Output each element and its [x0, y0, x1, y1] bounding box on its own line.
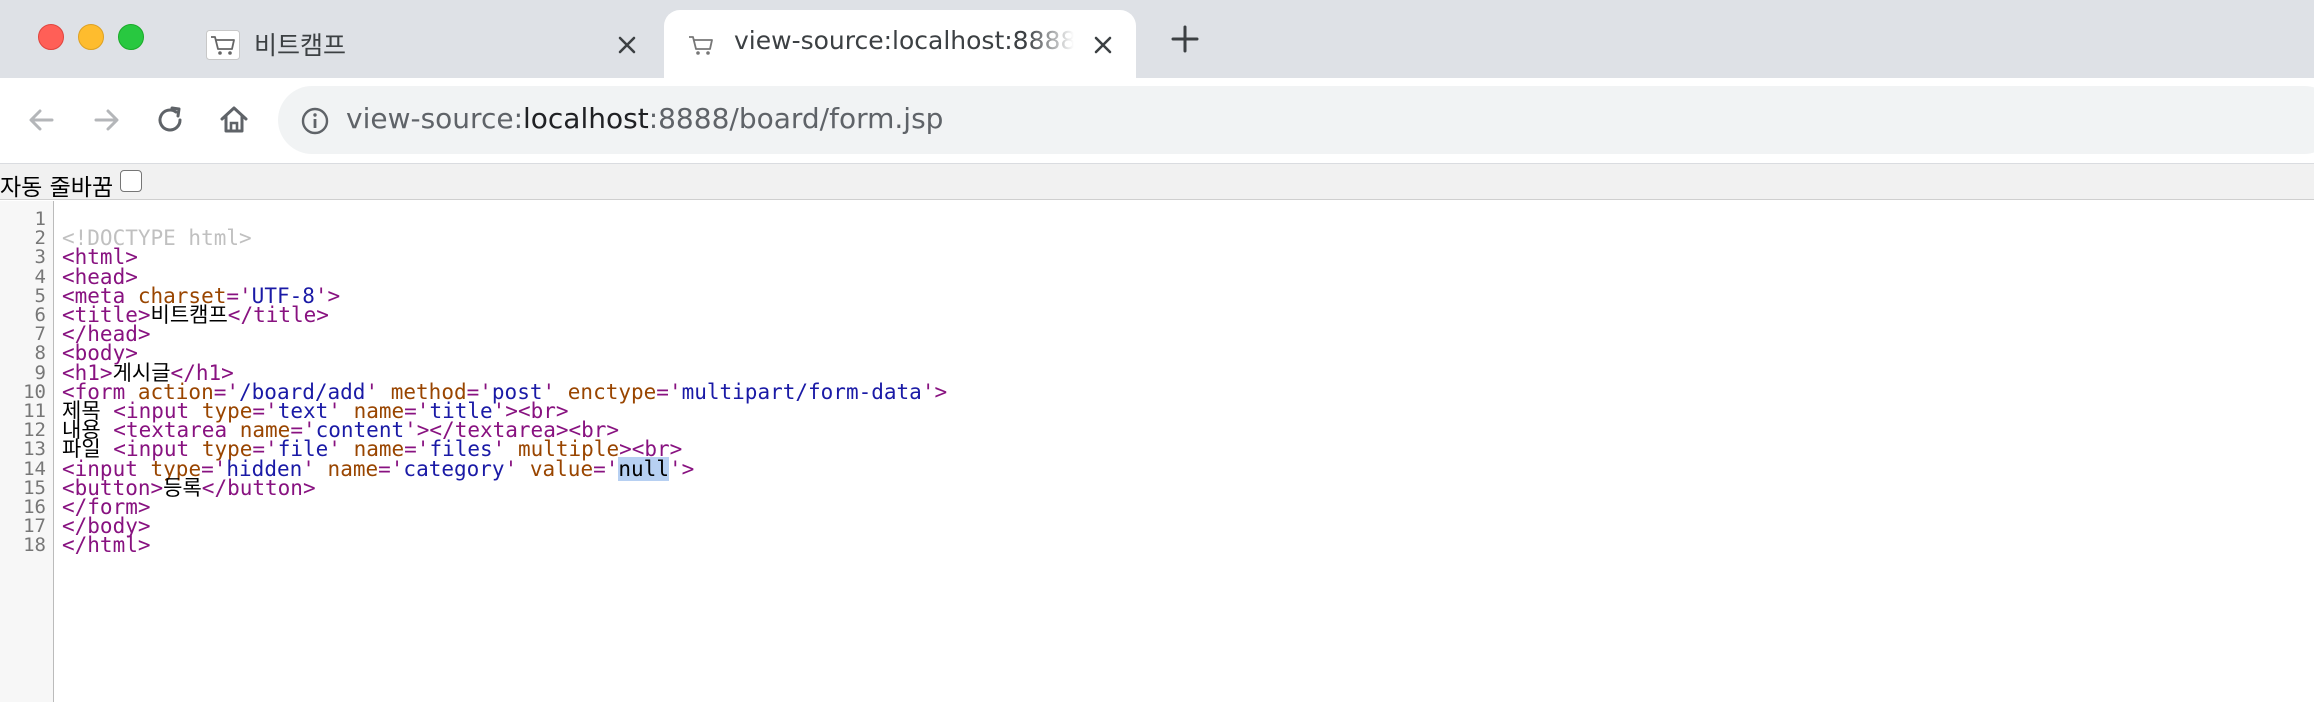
- plus-icon: [1171, 25, 1199, 53]
- line-wrap-label: 자동 줄바꿈: [0, 175, 114, 201]
- window-minimize-button[interactable]: [78, 24, 104, 50]
- code-token: </html>: [62, 533, 151, 558]
- tab-title: 비트캠프: [254, 31, 347, 60]
- tab-strip: 비트캠프 view-source:localhost:8888/board/fo…: [0, 0, 2314, 78]
- line-wrap-bar: 자동 줄바꿈: [0, 164, 2314, 201]
- shopping-cart-icon: [684, 30, 718, 60]
- line-number: 18: [23, 534, 46, 557]
- source-code: </html>: [62, 531, 151, 559]
- line-wrap-checkbox[interactable]: [120, 170, 142, 192]
- url-host: localhost: [523, 102, 649, 135]
- source-line: 18 </html>: [0, 531, 2314, 559]
- reload-button[interactable]: [150, 100, 190, 140]
- back-button[interactable]: [22, 100, 62, 140]
- tab-title: view-source:localhost:8888/board/form.js…: [734, 26, 1074, 55]
- source-view: 1 2 <!DOCTYPE html> 3 <html> 4 <head> 5 <meta ch…: [0, 201, 2314, 702]
- reload-icon: [158, 106, 182, 132]
- arrow-right-icon: [94, 109, 119, 131]
- arrow-left-icon: [29, 109, 54, 131]
- url-scheme: view-source:: [346, 102, 523, 135]
- close-icon[interactable]: [1090, 32, 1116, 58]
- window-maximize-button[interactable]: [118, 24, 144, 50]
- browser-toolbar: view-source:localhost:8888/board/form.js…: [0, 78, 2314, 164]
- tab-view-source[interactable]: view-source:localhost:8888/board/form.js…: [664, 10, 1136, 78]
- forward-button[interactable]: [86, 100, 126, 140]
- home-button[interactable]: [214, 100, 254, 140]
- new-tab-button[interactable]: [1168, 22, 1202, 56]
- window-close-button[interactable]: [38, 24, 64, 50]
- tab-bitcamp[interactable]: 비트캠프: [190, 10, 660, 78]
- close-icon[interactable]: [614, 32, 640, 58]
- home-icon: [220, 106, 248, 133]
- info-icon[interactable]: [300, 106, 330, 136]
- url-path: :8888/board/form.jsp: [648, 102, 944, 135]
- url-text: view-source:localhost:8888/board/form.js…: [346, 102, 943, 135]
- shopping-cart-icon: [206, 30, 240, 60]
- address-bar[interactable]: view-source:localhost:8888/board/form.js…: [278, 86, 2314, 154]
